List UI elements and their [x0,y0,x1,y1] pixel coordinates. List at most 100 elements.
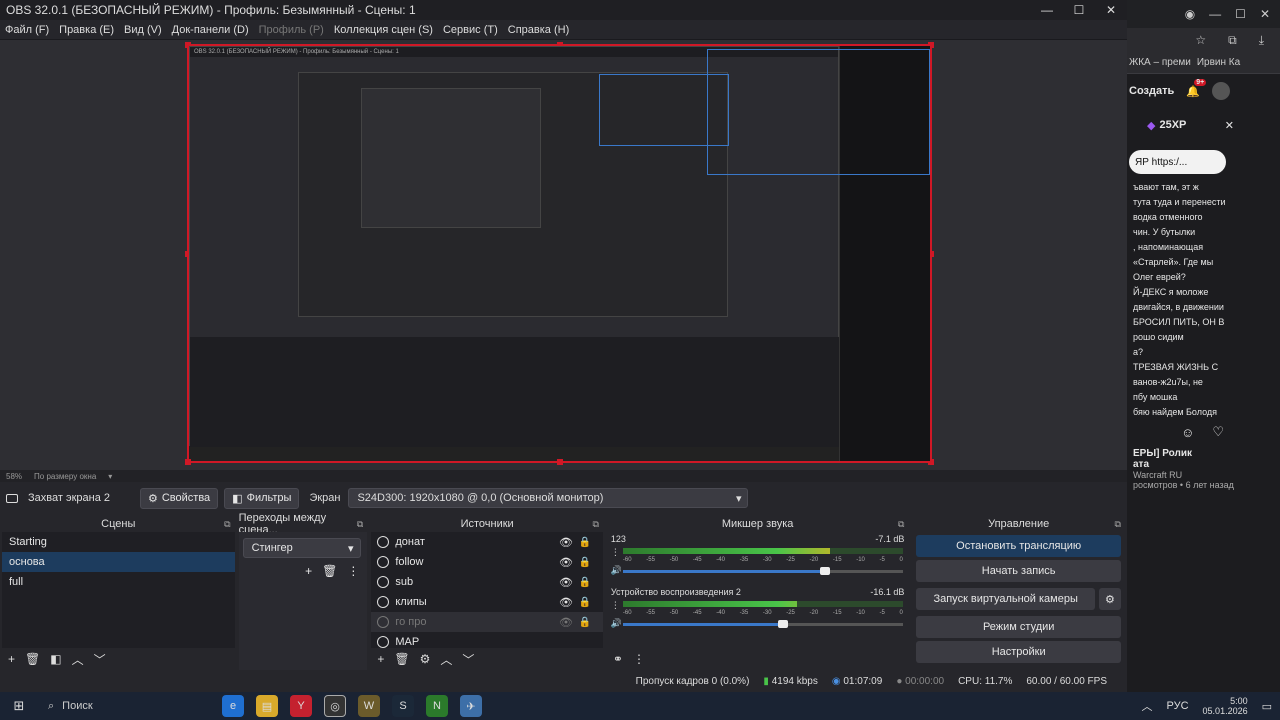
pinned-link[interactable]: ЯР https:/... [1135,157,1187,168]
edge-icon[interactable]: e [222,695,244,717]
extensions-icon[interactable]: ⧉ [1228,33,1237,48]
heart-icon[interactable]: ♡ [1212,424,1224,440]
source-item[interactable]: sub 👁 🔒 [371,572,603,592]
filter-icon[interactable]: ◧ [50,652,61,666]
menu-file[interactable]: Файл (F) [0,24,54,36]
volume-knob[interactable] [777,620,788,628]
menu-scene-collection[interactable]: Коллекция сцен (S) [329,24,438,36]
trash-icon[interactable]: 🗑 [25,652,40,666]
menu-tools[interactable]: Сервис (T) [438,24,503,36]
speaker-icon[interactable]: 🔊 [611,618,622,629]
eye-icon[interactable]: 👁 [559,576,573,589]
selection-box[interactable] [599,74,729,146]
steam-icon[interactable]: S [392,695,414,717]
zoom-value[interactable]: 58% [6,472,22,481]
language-indicator[interactable]: РУС [1167,700,1189,712]
lock-icon[interactable]: 🔒 [578,557,590,568]
gear-icon[interactable]: ⚙ [1098,588,1121,610]
more-icon[interactable]: ⋮ [611,600,620,611]
folder-icon[interactable]: ▤ [256,695,278,717]
yandex-browser-icon[interactable]: Y [290,695,312,717]
chevron-down-icon[interactable]: ﹀ [462,651,474,668]
lock-icon[interactable]: 🔒 [578,537,590,548]
more-icon[interactable]: ⋮ [347,564,359,578]
undock-icon[interactable]: ⧉ [592,519,598,530]
menu-docks[interactable]: Док-панели (D) [167,24,254,36]
menu-view[interactable]: Вид (V) [119,24,167,36]
link-icon[interactable]: ⚭ [613,652,623,666]
eye-hidden-icon[interactable]: 👁 [559,616,573,629]
selection-box[interactable] [707,49,930,175]
volume-knob[interactable] [819,567,830,575]
undock-icon[interactable]: ⧉ [898,519,904,530]
virtual-cam-button[interactable]: Запуск виртуальной камеры [916,588,1095,610]
lock-icon[interactable]: 🔒 [578,597,590,608]
notification-icon[interactable]: ▭ [1262,700,1272,713]
bookmark-item[interactable]: Ирвин Ка [1197,57,1240,68]
lock-icon[interactable]: 🔒 [578,617,590,628]
settings-button[interactable]: Настройки [916,641,1121,663]
trash-icon[interactable]: 🗑 [394,652,409,666]
preview-area[interactable]: OBS 32.0.1 (БЕЗОПАСНЫЙ РЕЖИМ) - Профиль:… [0,40,1127,470]
properties-button[interactable]: ⚙ Свойства [139,487,219,509]
zoom-fit-label[interactable]: По размеру окна [34,472,96,481]
video-card[interactable]: ЕРЫ] Ролик ата Warcraft RU росмотров • 6… [1127,444,1280,494]
obs-app-icon[interactable]: ◎ [324,695,346,717]
telegram-icon[interactable]: ✈ [460,695,482,717]
bookmark-item[interactable]: ЖКА – преми [1129,57,1191,68]
windows-start-icon[interactable]: ⊞ [8,695,30,717]
start-record-button[interactable]: Начать запись [916,560,1121,582]
volume-slider[interactable] [622,620,903,628]
eye-icon[interactable]: 👁 [559,556,573,569]
menu-edit[interactable]: Правка (E) [54,24,119,36]
chevron-up-icon[interactable]: ︿ [440,651,452,668]
eye-icon[interactable]: 👁 [559,536,573,549]
source-item[interactable]: го про 👁 🔒 [371,612,603,632]
gear-icon[interactable]: ⚙ [420,652,431,666]
bookmark-icon[interactable]: ☆ [1195,33,1206,47]
speaker-icon[interactable]: 🔊 [611,565,622,576]
taskbar-search[interactable]: ⌕ Поиск [36,700,216,713]
scene-item[interactable]: Starting [2,532,235,552]
chevron-down-icon[interactable]: ▾ [108,472,112,481]
minimize-button[interactable]: — [1209,7,1221,21]
lock-icon[interactable]: 🔒 [578,577,590,588]
pinned-message[interactable]: ЯР https:/... [1129,150,1226,174]
more-icon[interactable]: ⋮ [633,652,645,666]
screen-select[interactable]: S24D300: 1920x1080 @ 0,0 (Основной монит… [348,488,749,508]
avatar[interactable] [1211,82,1230,100]
clock[interactable]: 5:00 05.01.2026 [1203,696,1248,716]
scene-item[interactable]: основа [2,552,235,572]
source-item[interactable]: follow 👁 🔒 [371,552,603,572]
add-icon[interactable]: + [305,564,312,578]
emoji-icon[interactable]: ☺ [1181,425,1194,440]
more-icon[interactable]: ⋮ [611,547,620,558]
chevron-down-icon[interactable]: ﹀ [94,651,106,668]
bell-icon[interactable]: 🔔 9+ [1186,78,1207,98]
tray-chevron-icon[interactable]: ︿ [1142,698,1153,714]
resize-handle[interactable] [185,459,191,465]
xp-badge[interactable]: ◆ 25XP [1147,119,1186,132]
nvidia-icon[interactable]: N [426,695,448,717]
scene-item[interactable]: full [2,572,235,592]
preview-canvas[interactable]: OBS 32.0.1 (БЕЗОПАСНЫЙ РЕЖИМ) - Профиль:… [185,42,934,465]
close-icon[interactable]: ✕ [1225,119,1234,132]
game-launcher-icon[interactable]: W [358,695,380,717]
add-icon[interactable]: + [8,652,15,666]
undock-icon[interactable]: ⧉ [357,519,363,530]
minimize-button[interactable]: — [1031,0,1063,20]
menu-help[interactable]: Справка (H) [503,24,574,36]
chevron-up-icon[interactable]: ︿ [72,651,84,668]
source-item[interactable]: МАР [371,632,603,648]
create-button[interactable]: Создать [1129,85,1174,97]
undock-icon[interactable]: ⧉ [1115,519,1121,530]
filters-button[interactable]: ◧ Фильтры [224,487,300,509]
maximize-button[interactable]: ☐ [1235,7,1246,21]
menu-profile[interactable]: Профиль (P) [254,24,329,36]
resize-handle[interactable] [557,459,563,465]
studio-mode-button[interactable]: Режим студии [916,616,1121,638]
volume-slider[interactable] [622,567,903,575]
profile-icon[interactable]: ◉ [1185,7,1195,21]
trash-icon[interactable]: 🗑 [322,564,337,578]
add-icon[interactable]: + [377,652,384,666]
